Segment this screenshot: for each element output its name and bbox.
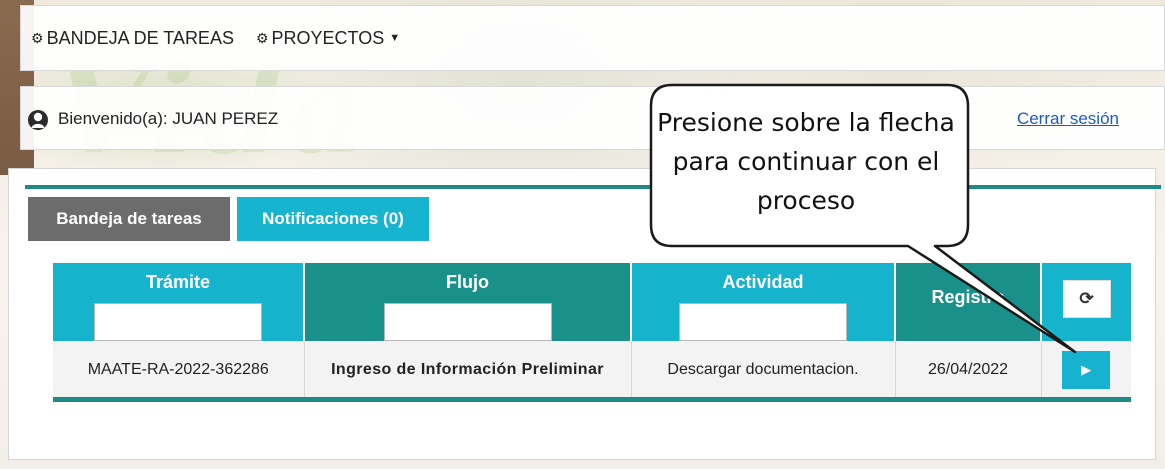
cell-registro: 26/04/2022 <box>895 341 1042 399</box>
caret-down-icon: ▼ <box>389 32 401 44</box>
table-accent-line <box>53 397 1131 402</box>
cell-flujo: Ingreso de Información Preliminar <box>304 341 632 399</box>
continue-button[interactable]: ▶ <box>1062 351 1111 389</box>
cell-actividad: Descargar documentacion. <box>631 341 896 399</box>
nav-item-bandeja-de-tareas[interactable]: ⚙ BANDEJA DE TAREAS <box>31 28 234 49</box>
column-header-label: Actividad <box>722 272 804 292</box>
filter-input-actividad[interactable] <box>679 303 847 341</box>
tasks-table: Trámite Flujo Actividad Registro ⟳ MAATE… <box>53 263 1131 399</box>
refresh-button[interactable]: ⟳ <box>1062 280 1111 318</box>
column-header-tramite: Trámite <box>53 263 305 341</box>
gear-icon: ⚙ <box>255 29 269 46</box>
logout-link[interactable]: Cerrar sesión <box>1017 109 1119 129</box>
column-header-actividad: Actividad <box>631 263 896 341</box>
user-icon <box>28 110 48 130</box>
nav-item-proyectos[interactable]: ⚙ PROYECTOS ▼ <box>256 28 400 49</box>
column-header-registro: Registro <box>895 263 1042 341</box>
tasks-panel: Bandeja de tareas Notificaciones (0) Trá… <box>8 168 1161 460</box>
column-header-flujo: Flujo <box>304 263 632 341</box>
column-header-label: Trámite <box>145 272 211 292</box>
top-navigation-bar: ⚙ BANDEJA DE TAREAS ⚙ PROYECTOS ▼ <box>20 5 1165 71</box>
column-header-label: Flujo <box>446 272 489 292</box>
column-header-actions: ⟳ <box>1041 263 1131 341</box>
cell-action: ▶ <box>1041 341 1131 399</box>
gear-icon: ⚙ <box>31 29 44 46</box>
refresh-icon: ⟳ <box>1079 289 1094 308</box>
filter-input-tramite[interactable] <box>94 303 262 341</box>
play-icon: ▶ <box>1081 362 1092 377</box>
table-header-row: Trámite Flujo Actividad Registro ⟳ <box>53 263 1131 341</box>
welcome-bar: Bienvenido(a): JUAN PEREZ Cerrar sesión <box>20 86 1165 150</box>
tab-notificaciones[interactable]: Notificaciones (0) <box>237 197 429 241</box>
panel-accent-line <box>25 185 1161 189</box>
welcome-text: Bienvenido(a): JUAN PEREZ <box>58 109 279 128</box>
table-row: MAATE-RA-2022-362286 Ingreso de Informac… <box>53 341 1131 399</box>
nav-item-label: BANDEJA DE TAREAS <box>46 27 234 48</box>
cell-tramite: MAATE-RA-2022-362286 <box>53 341 305 399</box>
filter-input-flujo[interactable] <box>383 303 552 341</box>
nav-item-label: PROYECTOS <box>271 27 385 48</box>
column-header-label: Registro <box>931 287 1005 307</box>
callout-text: Presione sobre la flecha para continuar … <box>657 108 955 215</box>
tab-bandeja-de-tareas[interactable]: Bandeja de tareas <box>28 197 230 241</box>
